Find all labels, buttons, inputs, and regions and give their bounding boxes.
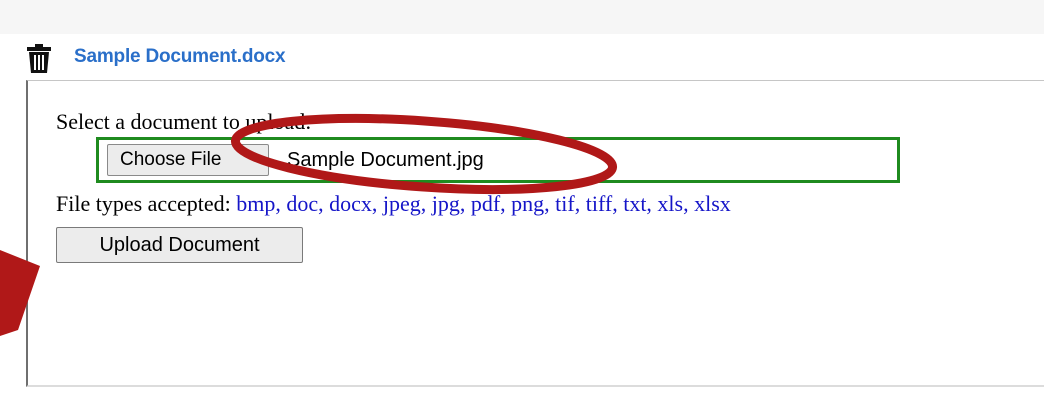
file-types-row: File types accepted: bmp, doc, docx, jpe…: [56, 191, 731, 217]
upload-document-button[interactable]: Upload Document: [56, 227, 303, 263]
upload-panel: Select a document to upload: Choose File…: [26, 80, 1044, 387]
select-document-label: Select a document to upload:: [56, 109, 312, 134]
file-types-label: File types accepted:: [56, 191, 231, 216]
trash-icon[interactable]: [26, 44, 52, 74]
file-types-list: bmp, doc, docx, jpeg, jpg, pdf, png, tif…: [236, 191, 731, 216]
top-band: [0, 0, 1044, 34]
file-input[interactable]: Choose File Sample Document.jpg: [96, 137, 900, 183]
selected-file-name: Sample Document.jpg: [287, 149, 484, 171]
document-header: Sample Document.docx: [22, 40, 1044, 74]
choose-file-button[interactable]: Choose File: [107, 144, 269, 176]
document-link[interactable]: Sample Document.docx: [74, 46, 286, 68]
